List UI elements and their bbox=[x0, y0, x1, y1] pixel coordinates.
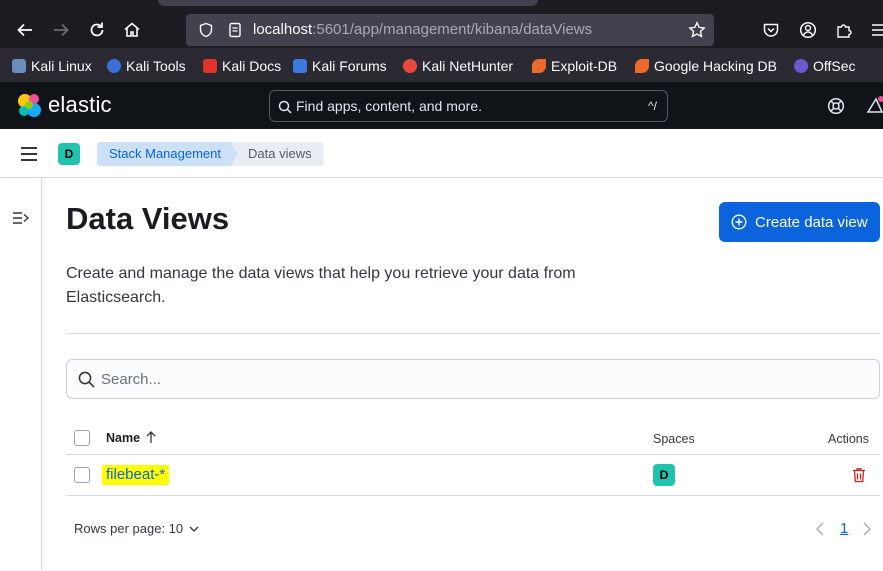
create-data-view-label: Create data view bbox=[755, 214, 868, 231]
data-view-name-link[interactable]: filebeat-* bbox=[102, 465, 170, 485]
page-description: Create and manage the data views that he… bbox=[66, 265, 576, 306]
row-space-badge[interactable]: D bbox=[653, 464, 675, 486]
elastic-logo-icon[interactable] bbox=[16, 92, 42, 118]
account-icon[interactable] bbox=[799, 21, 817, 39]
bookmark-kali-tools[interactable]: Kali Tools bbox=[107, 57, 186, 75]
management-side-nav bbox=[0, 178, 42, 571]
plus-circle-icon bbox=[731, 214, 747, 230]
url-bar[interactable]: localhost:5601/app/management/kibana/dat… bbox=[186, 14, 714, 46]
bookmarks-toolbar: Kali Linux Kali Tools Kali Docs Kali For… bbox=[0, 48, 883, 82]
page-info-icon[interactable] bbox=[227, 22, 243, 38]
bookmark-kali-docs[interactable]: Kali Docs bbox=[203, 57, 281, 75]
page-number-current[interactable]: 1 bbox=[840, 520, 848, 537]
url-text: localhost:5601/app/management/kibana/dat… bbox=[253, 21, 592, 38]
table-header: Name Spaces Actions bbox=[66, 420, 880, 455]
browser-toolbar: localhost:5601/app/management/kibana/dat… bbox=[0, 0, 883, 48]
url-host: localhost bbox=[253, 21, 313, 38]
expand-nav-icon[interactable] bbox=[12, 211, 30, 225]
data-views-search-input[interactable] bbox=[101, 369, 861, 389]
bookmark-label: Kali Docs bbox=[222, 58, 282, 74]
rows-per-page-label: Rows per page: 10 bbox=[74, 521, 184, 536]
bookmark-label: Kali Tools bbox=[126, 58, 186, 74]
kali-tools-icon bbox=[107, 59, 121, 73]
column-header-spaces: Spaces bbox=[653, 432, 695, 446]
column-header-name[interactable]: Name bbox=[106, 431, 140, 445]
bookmark-google-hacking-db[interactable]: Google Hacking DB bbox=[635, 57, 777, 75]
bookmark-offsec[interactable]: OffSec bbox=[794, 57, 856, 75]
back-arrow-icon bbox=[17, 23, 32, 37]
offsec-icon bbox=[794, 59, 808, 73]
breadcrumb-data-views: Data views bbox=[230, 142, 324, 166]
forward-arrow-icon bbox=[54, 23, 69, 37]
search-icon bbox=[78, 371, 95, 388]
bookmark-label: Exploit-DB bbox=[551, 58, 618, 74]
next-page-icon[interactable] bbox=[862, 522, 872, 536]
kali-dragon-icon bbox=[12, 59, 26, 73]
kali-forums-icon bbox=[293, 59, 307, 73]
home-icon bbox=[124, 22, 140, 37]
kali-docs-icon bbox=[203, 59, 217, 73]
forward-button[interactable] bbox=[49, 18, 73, 42]
select-all-checkbox[interactable] bbox=[74, 430, 90, 446]
space-avatar[interactable]: D bbox=[58, 143, 80, 165]
bookmark-star-icon[interactable] bbox=[688, 21, 706, 39]
ghdb-icon bbox=[635, 59, 649, 73]
global-search-placeholder: Find apps, content, and more. bbox=[296, 98, 482, 114]
search-shortcut-hint: ^/ bbox=[648, 99, 657, 113]
help-icon[interactable] bbox=[827, 97, 845, 115]
exploit-db-icon bbox=[532, 59, 546, 73]
reload-icon bbox=[90, 22, 104, 37]
column-header-actions: Actions bbox=[828, 432, 869, 446]
bookmark-kali-nethunter[interactable]: Kali NetHunter bbox=[403, 57, 513, 75]
home-button[interactable] bbox=[120, 18, 144, 42]
reload-button[interactable] bbox=[85, 18, 109, 42]
data-views-search-field[interactable] bbox=[66, 359, 880, 399]
nethunter-icon bbox=[403, 59, 417, 73]
breadcrumb-stack-management[interactable]: Stack Management bbox=[97, 142, 239, 166]
bookmark-kali-linux[interactable]: Kali Linux bbox=[12, 57, 92, 75]
menu-icon[interactable] bbox=[870, 21, 883, 39]
bookmark-label: Google Hacking DB bbox=[654, 58, 777, 74]
page-title: Data Views bbox=[66, 201, 230, 236]
shield-icon[interactable] bbox=[198, 22, 214, 38]
row-select-checkbox[interactable] bbox=[74, 467, 90, 483]
global-search-field[interactable]: Find apps, content, and more. ^/ bbox=[269, 90, 668, 122]
trash-icon[interactable] bbox=[852, 467, 866, 483]
divider bbox=[66, 333, 880, 334]
pocket-icon[interactable] bbox=[762, 21, 780, 39]
hamburger-menu-icon[interactable] bbox=[20, 146, 38, 162]
table-row: D bbox=[66, 456, 880, 496]
back-button[interactable] bbox=[13, 18, 37, 42]
sort-ascending-icon[interactable] bbox=[146, 430, 156, 444]
bookmark-label: Kali Forums bbox=[312, 58, 387, 74]
bookmark-exploit-db[interactable]: Exploit-DB bbox=[532, 57, 617, 75]
active-tab-edge[interactable] bbox=[158, 0, 538, 6]
previous-page-icon[interactable] bbox=[815, 522, 825, 536]
create-data-view-button[interactable]: Create data view bbox=[719, 202, 880, 242]
elastic-brand-text[interactable]: elastic bbox=[48, 92, 112, 118]
bookmark-label: OffSec bbox=[813, 58, 856, 74]
extensions-icon[interactable] bbox=[835, 21, 853, 39]
url-path: :5601/app/management/kibana/dataViews bbox=[312, 21, 593, 38]
bookmark-kali-forums[interactable]: Kali Forums bbox=[293, 57, 387, 75]
chevron-down-icon bbox=[189, 526, 199, 532]
search-icon bbox=[278, 100, 292, 114]
rows-per-page-selector[interactable]: Rows per page: 10 bbox=[74, 521, 199, 536]
news-feed-icon[interactable] bbox=[867, 96, 883, 116]
bookmark-label: Kali Linux bbox=[31, 58, 92, 74]
bookmark-label: Kali NetHunter bbox=[422, 58, 514, 74]
